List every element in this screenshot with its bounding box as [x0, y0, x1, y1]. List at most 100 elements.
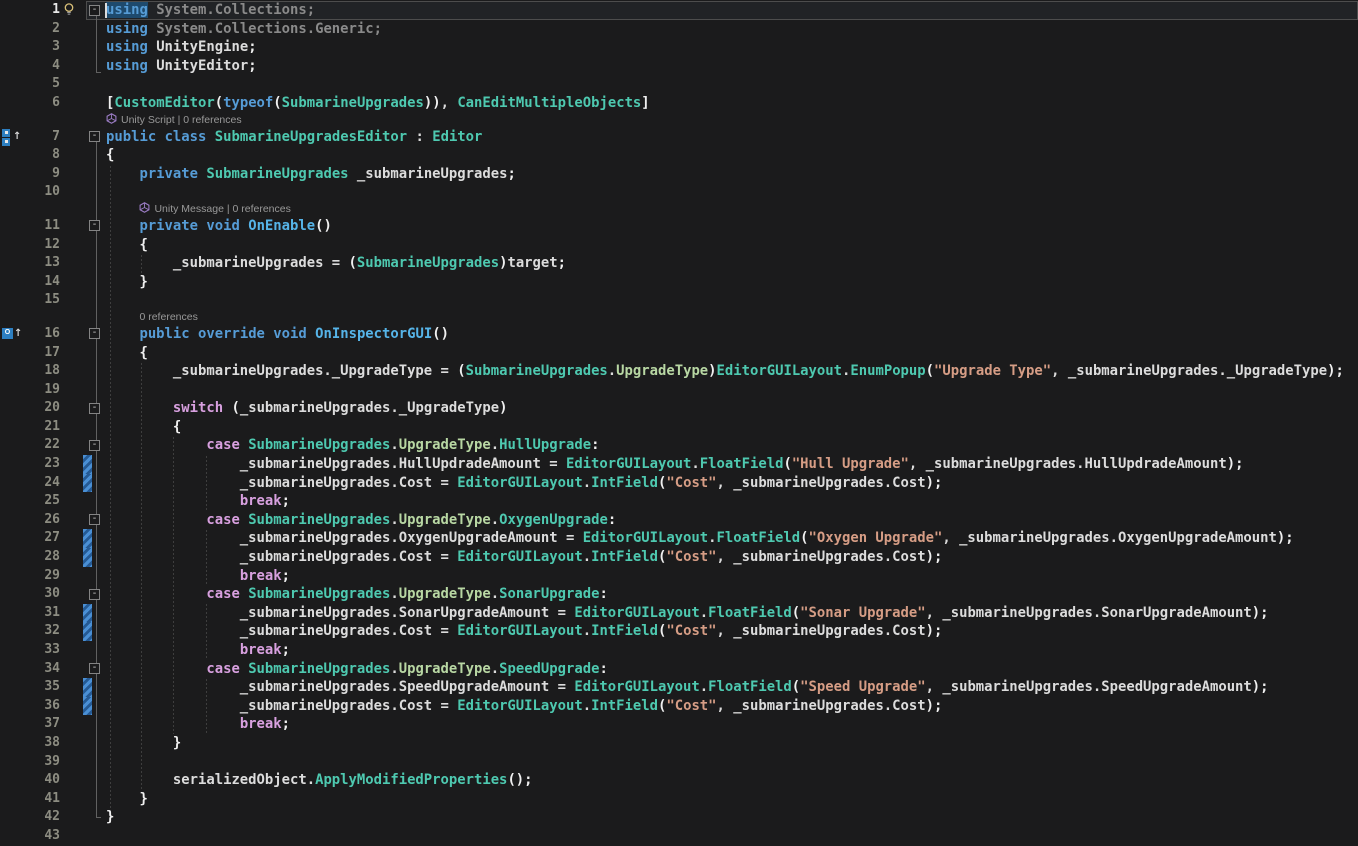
code-token: ( — [792, 605, 800, 621]
code-line[interactable]: 36 _submarineUpgrades.Cost = EditorGUILa… — [0, 697, 1358, 716]
code-line[interactable]: 18 _submarineUpgrades._UpgradeType = (Su… — [0, 362, 1358, 381]
code-line[interactable]: ↑7-public class SubmarineUpgradesEditor … — [0, 128, 1358, 147]
code-line[interactable]: 5 — [0, 75, 1358, 94]
code-line[interactable]: 23 _submarineUpgrades.HullUpdradeAmount … — [0, 455, 1358, 474]
code-line[interactable]: 38 } — [0, 734, 1358, 753]
code-line[interactable]: 21 { — [0, 418, 1358, 437]
code-line[interactable]: 37 break; — [0, 715, 1358, 734]
code-text: case SubmarineUpgrades.UpgradeType.Oxyge… — [106, 511, 1358, 530]
fold-toggle-icon[interactable]: - — [89, 663, 100, 674]
glyph-margin — [0, 183, 22, 202]
override-margin-icon[interactable]: O↑ — [2, 328, 18, 341]
code-line[interactable]: 13 _submarineUpgrades = (SubmarineUpgrad… — [0, 254, 1358, 273]
code-line[interactable]: 32 _submarineUpgrades.Cost = EditorGUILa… — [0, 622, 1358, 641]
code-line[interactable]: 4using UnityEditor; — [0, 57, 1358, 76]
code-token: EditorGUILayout — [457, 475, 582, 491]
code-token — [156, 129, 164, 145]
fold-margin — [86, 715, 106, 734]
fold-toggle-icon[interactable]: - — [89, 589, 100, 600]
inheritance-margin-icon[interactable]: ↑ — [2, 129, 18, 146]
code-line[interactable]: 39 — [0, 753, 1358, 772]
code-line[interactable]: 17 { — [0, 344, 1358, 363]
code-token: EditorGUILayout — [574, 605, 699, 621]
code-line[interactable]: 12 { — [0, 236, 1358, 255]
code-line[interactable]: 43 — [0, 827, 1358, 846]
code-token: ; — [282, 493, 290, 509]
fold-margin: - — [86, 128, 106, 147]
line-number: 37 — [22, 715, 60, 734]
code-line[interactable]: 35 _submarineUpgrades.SpeedUpgradeAmount… — [0, 678, 1358, 697]
code-line[interactable]: 29 break; — [0, 567, 1358, 586]
fold-toggle-icon[interactable]: - — [89, 220, 100, 231]
code-line[interactable]: O↑16- public override void OnInspectorGU… — [0, 325, 1358, 344]
code-token: ; — [282, 568, 290, 584]
codelens-row[interactable]: 0 references — [0, 310, 1358, 325]
code-token: ( — [783, 456, 791, 472]
code-line[interactable]: 11- private void OnEnable() — [0, 217, 1358, 236]
code-line[interactable]: 24 _submarineUpgrades.Cost = EditorGUILa… — [0, 474, 1358, 493]
code-line[interactable]: 31 _submarineUpgrades.SonarUpgradeAmount… — [0, 604, 1358, 623]
code-line[interactable]: 34- case SubmarineUpgrades.UpgradeType.S… — [0, 660, 1358, 679]
codelens-indicator[interactable]: 0 references — [139, 311, 197, 323]
code-token: EnumPopup — [850, 363, 925, 379]
fold-toggle-icon[interactable]: - — [89, 131, 100, 142]
code-line[interactable]: 1-using System.Collections; — [0, 1, 1358, 20]
code-token: } — [106, 809, 114, 825]
code-token: private — [139, 218, 198, 234]
code-line[interactable]: 2using System.Collections.Generic; — [0, 20, 1358, 39]
code-line[interactable]: 6[CustomEditor(typeof(SubmarineUpgrades)… — [0, 94, 1358, 113]
code-line[interactable]: 28 _submarineUpgrades.Cost = EditorGUILa… — [0, 548, 1358, 567]
code-token: EditorGUILayout — [457, 549, 582, 565]
code-line[interactable]: 10 — [0, 183, 1358, 202]
code-line[interactable]: 33 break; — [0, 641, 1358, 660]
fold-toggle-icon[interactable]: - — [89, 440, 100, 451]
code-line[interactable]: 20- switch (_submarineUpgrades._UpgradeT… — [0, 399, 1358, 418]
line-number: 10 — [22, 183, 60, 202]
code-line[interactable]: 25 break; — [0, 492, 1358, 511]
code-token: . — [700, 605, 708, 621]
fold-margin — [86, 418, 106, 437]
code-text: break; — [106, 641, 1358, 660]
bulb-margin — [60, 362, 86, 381]
code-line[interactable]: 8{ — [0, 146, 1358, 165]
code-line[interactable]: 9 private SubmarineUpgrades _submarineUp… — [0, 165, 1358, 184]
code-token: } — [139, 274, 147, 290]
code-line[interactable]: 27 _submarineUpgrades.OxygenUpgradeAmoun… — [0, 529, 1358, 548]
code-token: , _submarineUpgrades.Cost — [717, 698, 926, 714]
code-token: EditorGUILayout — [574, 679, 699, 695]
line-number: 39 — [22, 753, 60, 772]
fold-toggle-icon[interactable]: - — [89, 514, 100, 525]
code-line[interactable]: 15 — [0, 291, 1358, 310]
code-line[interactable]: 40 serializedObject.ApplyModifiedPropert… — [0, 771, 1358, 790]
fold-toggle-icon[interactable]: - — [89, 5, 100, 16]
code-line[interactable]: 30- case SubmarineUpgrades.UpgradeType.S… — [0, 585, 1358, 604]
gutter-square-icon — [2, 129, 10, 137]
code-token: void — [206, 218, 239, 234]
bulb-margin — [60, 217, 86, 236]
code-token: , _submarineUpgrades.Cost — [717, 623, 926, 639]
code-line[interactable]: 26- case SubmarineUpgrades.UpgradeType.O… — [0, 511, 1358, 530]
code-line[interactable]: 42} — [0, 808, 1358, 827]
code-line[interactable]: 19 — [0, 381, 1358, 400]
code-token: . — [583, 475, 591, 491]
code-token: ( — [792, 679, 800, 695]
fold-toggle-icon[interactable]: - — [89, 328, 100, 339]
code-text: } — [106, 808, 1358, 827]
code-token: (); — [507, 772, 532, 788]
code-text: using System.Collections; — [106, 1, 1358, 20]
fold-margin: - — [86, 511, 106, 530]
fold-margin: - — [86, 1, 106, 20]
code-line[interactable]: 41 } — [0, 790, 1358, 809]
code-token — [106, 237, 139, 253]
code-line[interactable]: 3using UnityEngine; — [0, 38, 1358, 57]
code-editor[interactable]: 1-using System.Collections;2using System… — [0, 0, 1358, 844]
code-line[interactable]: 22- case SubmarineUpgrades.UpgradeType.H… — [0, 436, 1358, 455]
codelens-indicator[interactable]: Unity Message | 0 references — [154, 203, 290, 215]
fold-toggle-icon[interactable]: - — [89, 403, 100, 414]
editor-rows: 1-using System.Collections;2using System… — [0, 1, 1358, 846]
codelens-indicator[interactable]: Unity Script | 0 references — [121, 114, 242, 126]
bulb-margin — [60, 254, 86, 273]
code-line[interactable]: 14 } — [0, 273, 1358, 292]
codelens-row[interactable]: Unity Script | 0 references — [0, 113, 1358, 128]
codelens-row[interactable]: Unity Message | 0 references — [0, 202, 1358, 217]
